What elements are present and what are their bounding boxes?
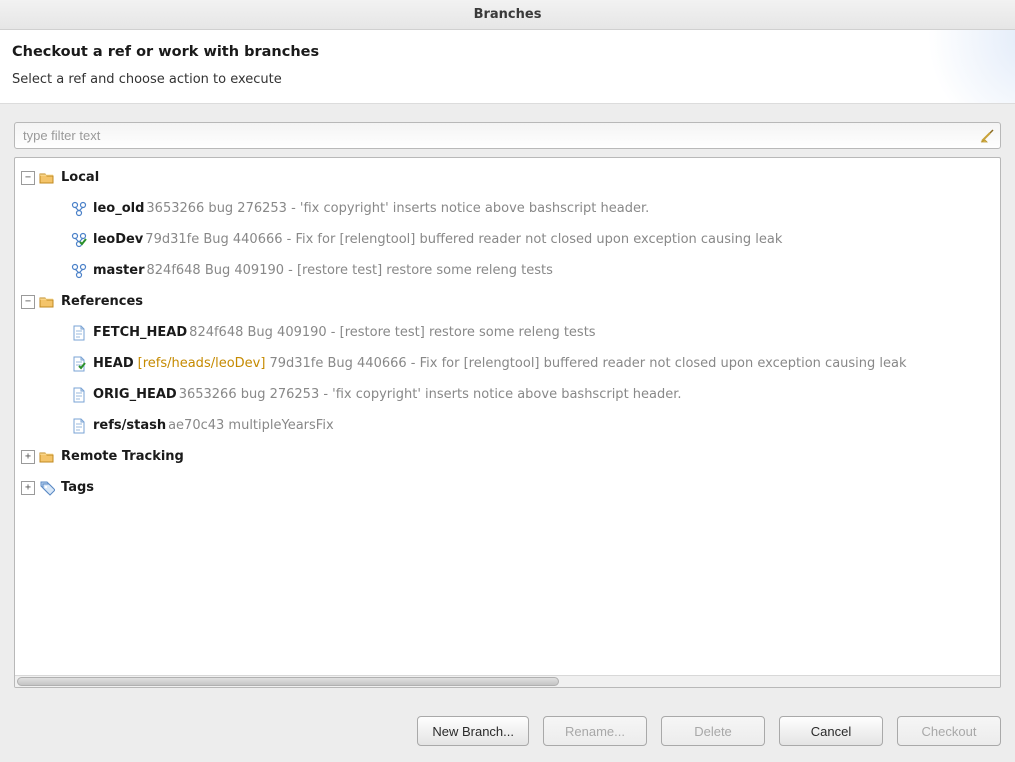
tree-item-local-0[interactable]: leo_old 3653266 bug 276253 - 'fix copyri…: [17, 193, 998, 224]
toggle-collapse-icon[interactable]: −: [21, 295, 35, 309]
window-title: Branches: [474, 7, 542, 22]
ref-detail: ae70c43 multipleYearsFix: [168, 410, 334, 441]
button-bar: New Branch... Rename... Delete Cancel Ch…: [0, 696, 1015, 762]
branch-detail: 79d31fe Bug 440666 - Fix for [relengtool…: [145, 224, 782, 255]
ref-name: HEAD: [93, 348, 134, 379]
folder-icon: [39, 294, 55, 310]
checkout-button[interactable]: Checkout: [897, 716, 1001, 746]
file-checked-icon: [71, 356, 87, 372]
ref-name: ORIG_HEAD: [93, 379, 177, 410]
group-label: References: [61, 286, 143, 317]
toggle-expand-icon[interactable]: +: [21, 481, 35, 495]
toggle-expand-icon[interactable]: +: [21, 450, 35, 464]
rename-button[interactable]: Rename...: [543, 716, 647, 746]
branch-icon: [71, 263, 87, 279]
branch-name: leo_old: [93, 193, 144, 224]
tree-item-ref-2[interactable]: ORIG_HEAD 3653266 bug 276253 - 'fix copy…: [17, 379, 998, 410]
branch-name: master: [93, 255, 145, 286]
new-branch-button[interactable]: New Branch...: [417, 716, 529, 746]
branch-checked-icon: [71, 232, 87, 248]
filter-wrap: [14, 122, 1001, 149]
ref-detail: 3653266 bug 276253 - 'fix copyright' ins…: [179, 379, 682, 410]
tree-group-references[interactable]: − References: [17, 286, 998, 317]
folder-icon: [39, 170, 55, 186]
header-title: Checkout a ref or work with branches: [12, 44, 1003, 60]
ref-link: [refs/heads/leoDev]: [138, 348, 266, 379]
tree-item-local-2[interactable]: master 824f648 Bug 409190 - [restore tes…: [17, 255, 998, 286]
file-icon: [71, 387, 87, 403]
dialog-header: Checkout a ref or work with branches Sel…: [0, 30, 1015, 104]
ref-name: refs/stash: [93, 410, 166, 441]
file-icon: [71, 418, 87, 434]
ref-detail: 79d31fe Bug 440666 - Fix for [relengtool…: [269, 348, 906, 379]
clear-filter-icon[interactable]: [979, 128, 995, 144]
scrollbar-track[interactable]: [15, 675, 1000, 687]
tree-scroll[interactable]: − Local leo_old 3653266 bug 276253 - 'fi…: [15, 158, 1000, 675]
toggle-collapse-icon[interactable]: −: [21, 171, 35, 185]
ref-detail: 824f648 Bug 409190 - [restore test] rest…: [189, 317, 595, 348]
filter-input[interactable]: [14, 122, 1001, 149]
titlebar: Branches: [0, 0, 1015, 30]
group-label: Remote Tracking: [61, 441, 184, 472]
tree-item-ref-0[interactable]: FETCH_HEAD 824f648 Bug 409190 - [restore…: [17, 317, 998, 348]
ref-tree: − Local leo_old 3653266 bug 276253 - 'fi…: [14, 157, 1001, 688]
header-subtitle: Select a ref and choose action to execut…: [12, 72, 1003, 87]
branches-dialog: Branches Checkout a ref or work with bra…: [0, 0, 1015, 762]
horizontal-scrollbar[interactable]: [15, 675, 1000, 687]
tree-item-ref-1[interactable]: HEAD [refs/heads/leoDev] 79d31fe Bug 440…: [17, 348, 998, 379]
scrollbar-thumb[interactable]: [17, 677, 559, 686]
ref-name: FETCH_HEAD: [93, 317, 187, 348]
tags-icon: [39, 480, 55, 496]
cancel-button[interactable]: Cancel: [779, 716, 883, 746]
group-label: Local: [61, 162, 99, 193]
file-icon: [71, 325, 87, 341]
branch-icon: [71, 201, 87, 217]
tree-group-tags[interactable]: + Tags: [17, 472, 998, 503]
branch-name: leoDev: [93, 224, 143, 255]
dialog-body: − Local leo_old 3653266 bug 276253 - 'fi…: [0, 104, 1015, 696]
delete-button[interactable]: Delete: [661, 716, 765, 746]
tree-item-local-1[interactable]: leoDev 79d31fe Bug 440666 - Fix for [rel…: [17, 224, 998, 255]
folder-icon: [39, 449, 55, 465]
branch-detail: 824f648 Bug 409190 - [restore test] rest…: [147, 255, 553, 286]
tree-group-remote[interactable]: + Remote Tracking: [17, 441, 998, 472]
group-label: Tags: [61, 472, 94, 503]
tree-item-ref-3[interactable]: refs/stash ae70c43 multipleYearsFix: [17, 410, 998, 441]
branch-detail: 3653266 bug 276253 - 'fix copyright' ins…: [146, 193, 649, 224]
tree-group-local[interactable]: − Local: [17, 162, 998, 193]
